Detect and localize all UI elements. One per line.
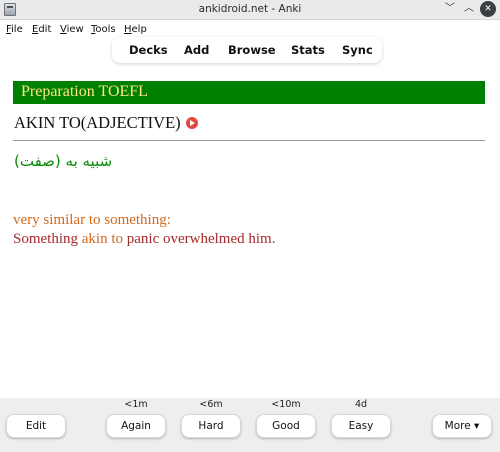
chevron-down-icon: ﹀ [445, 3, 455, 14]
answer-bar: <1m <6m <10m 4d Edit Again Hard Good Eas… [0, 398, 500, 452]
menu-view[interactable]: View [60, 24, 84, 35]
menu-help-label: elp [131, 24, 147, 35]
card-example: Something akin to panic overwhelmed him. [13, 231, 275, 248]
again-button[interactable]: Again [106, 414, 166, 438]
toolbar-sync[interactable]: Sync [342, 43, 373, 57]
menu-tools-label: ools [95, 24, 116, 35]
menu-view-label: iew [66, 24, 84, 35]
again-interval: <1m [124, 399, 148, 410]
good-interval: <10m [271, 399, 301, 410]
toolbar-decks[interactable]: Decks [129, 43, 168, 57]
minimize-button[interactable]: ﹀ [442, 1, 458, 17]
play-audio-icon[interactable] [186, 117, 198, 129]
toolbar-browse[interactable]: Browse [228, 43, 276, 57]
example-text-after: panic overwhelmed him. [123, 231, 276, 247]
easy-interval: 4d [354, 399, 368, 410]
edit-button[interactable]: Edit [6, 414, 66, 438]
chevron-up-icon: ︿ [464, 3, 474, 14]
deck-name: Preparation TOEFL [21, 83, 148, 100]
card-translation: شبیه به (صفت) [14, 152, 113, 170]
close-icon: ✕ [484, 4, 492, 14]
toolbar-stats[interactable]: Stats [291, 43, 325, 57]
menu-help-accel: H [124, 24, 132, 35]
hard-button[interactable]: Hard [181, 414, 241, 438]
card-word: AKIN TO(ADJECTIVE) [14, 113, 181, 132]
toolbar-add[interactable]: Add [184, 43, 209, 57]
maximize-button[interactable]: ︿ [461, 1, 477, 17]
example-text-before: Something [13, 231, 82, 247]
good-button[interactable]: Good [256, 414, 316, 438]
menu-file-label: ile [11, 24, 23, 35]
menu-tools[interactable]: Tools [91, 24, 116, 35]
card-definition: very similar to something: [13, 212, 171, 228]
main-toolbar: Decks Add Browse Stats Sync [112, 37, 382, 63]
more-button[interactable]: More ▾ [432, 414, 492, 438]
window-title: ankidroid.net - Anki [198, 3, 302, 15]
menu-view-accel: V [60, 24, 67, 35]
close-button[interactable]: ✕ [480, 1, 496, 17]
menu-edit[interactable]: Edit [32, 24, 51, 35]
menu-edit-label: dit [38, 24, 52, 35]
menu-file[interactable]: File [6, 24, 23, 35]
menu-help[interactable]: Help [124, 24, 147, 35]
hard-interval: <6m [199, 399, 223, 410]
easy-button[interactable]: Easy [331, 414, 391, 438]
title-bar: ankidroid.net - Anki ﹀ ︿ ✕ [0, 0, 500, 20]
deck-banner: Preparation TOEFL [13, 81, 485, 104]
example-highlight: akin to [81, 231, 124, 247]
card-divider [13, 140, 485, 141]
